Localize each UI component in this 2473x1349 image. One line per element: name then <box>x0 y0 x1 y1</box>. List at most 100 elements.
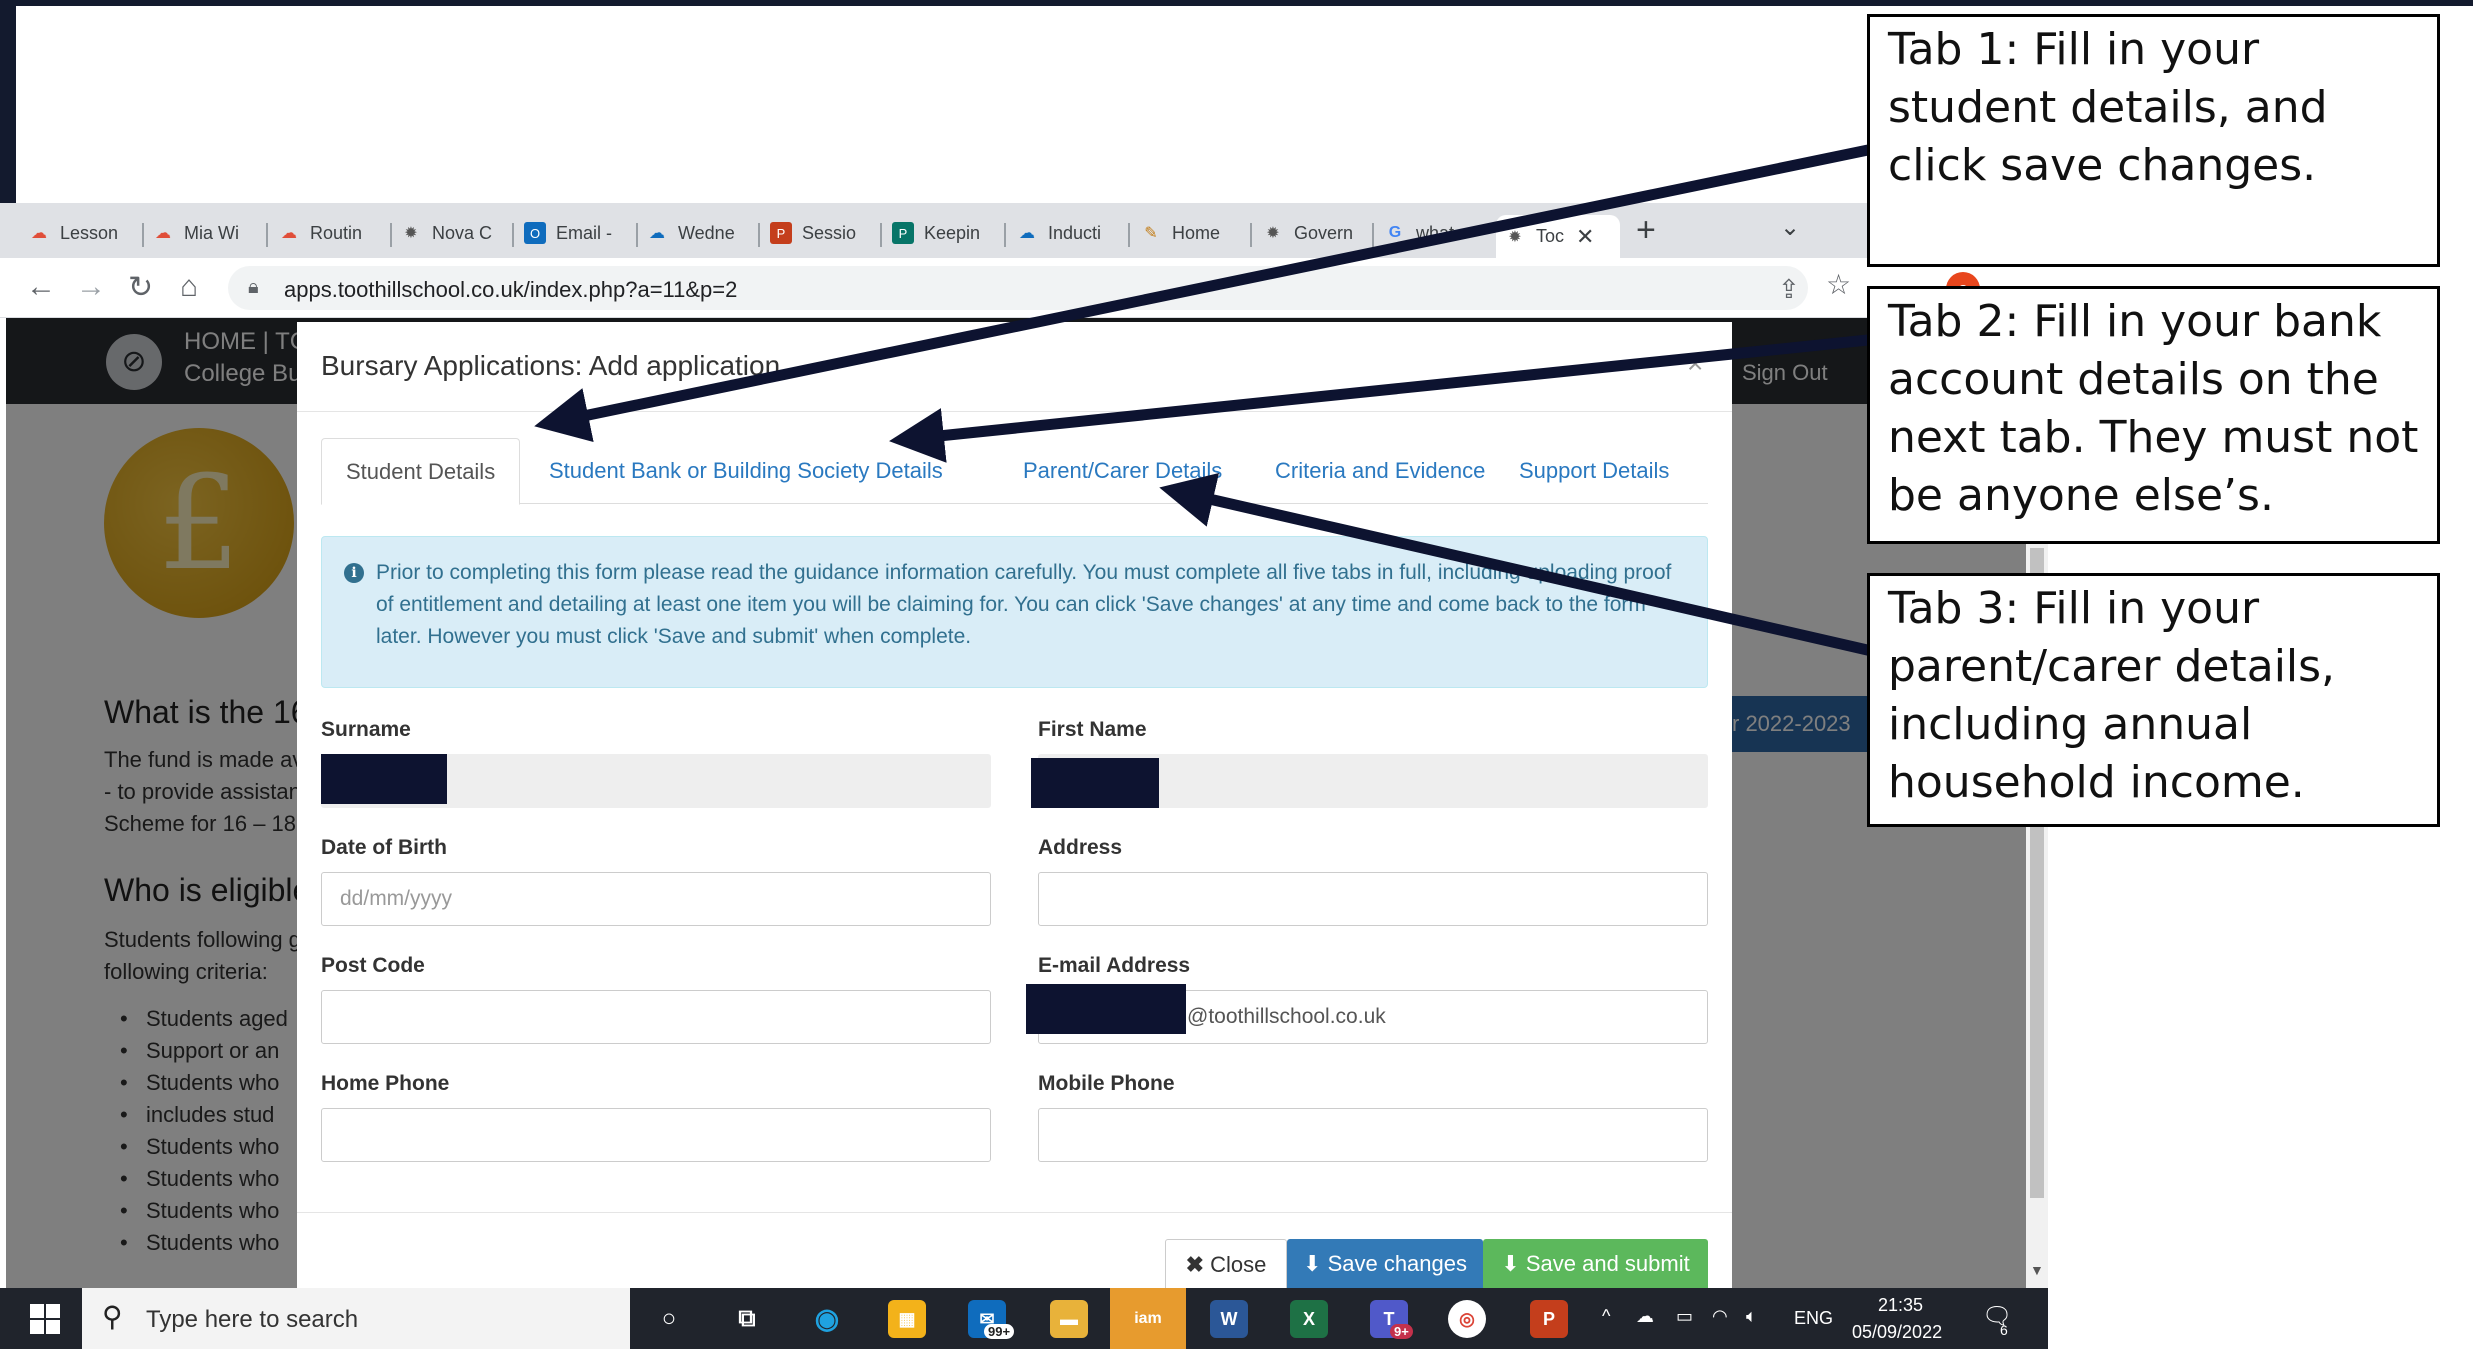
tab-bank-details[interactable]: Student Bank or Building Society Details <box>549 438 943 504</box>
browser-toolbar: ← → ↻ ⌂ 🔒︎ apps.toothillschool.co.uk/ind… <box>0 258 1870 318</box>
tab-label: Lesson <box>60 222 119 243</box>
browser-tab[interactable]: P Sessio <box>770 215 870 251</box>
url-text: apps.toothillschool.co.uk/index.php?a=11… <box>284 277 738 302</box>
publisher-icon: P <box>892 222 914 244</box>
tab-student-details[interactable]: Student Details <box>321 438 521 505</box>
browser-tab-active[interactable]: ✹ Toc ✕ <box>1496 215 1620 258</box>
search-icon: ⚲ <box>102 1301 123 1332</box>
volume-icon[interactable]: 🔈︎ <box>1746 1306 1757 1327</box>
tab-parent-carer-details[interactable]: Parent/Carer Details <box>1023 438 1222 504</box>
new-tab-button[interactable]: + <box>1636 211 1656 250</box>
edge-icon[interactable]: ◉ <box>808 1300 846 1338</box>
notification-count: 6 <box>2000 1322 2008 1338</box>
share-icon[interactable]: ⇪ <box>1778 274 1800 305</box>
redaction-block <box>1026 984 1186 1034</box>
bursary-modal: Bursary Applications: Add application × … <box>297 322 1732 1288</box>
wifi-icon[interactable]: ◠ <box>1712 1306 1728 1327</box>
tab-separator <box>1004 223 1006 247</box>
tab-label: Sessio <box>802 222 857 243</box>
task-view-icon[interactable]: ⧉ <box>728 1300 766 1338</box>
search-placeholder: Type here to search <box>146 1306 359 1333</box>
iam-app-icon[interactable]: iam <box>1110 1288 1186 1349</box>
close-button-label: Close <box>1210 1252 1267 1277</box>
language-indicator[interactable]: ENG <box>1794 1308 1833 1329</box>
browser-tab[interactable]: ☁ Wedne <box>646 215 746 251</box>
tab-separator <box>266 223 268 247</box>
postcode-field[interactable] <box>321 990 991 1044</box>
browser-tab[interactable]: ✎ Home <box>1140 215 1240 251</box>
word-icon[interactable]: W <box>1210 1300 1248 1338</box>
chrome-icon[interactable]: ◎ <box>1448 1300 1486 1338</box>
close-tab-icon[interactable]: ✕ <box>1576 224 1594 250</box>
onedrive-tray-icon[interactable]: ☁ <box>1636 1306 1654 1327</box>
info-icon: i <box>344 563 364 583</box>
bookmark-star-icon[interactable]: ☆ <box>1826 268 1851 301</box>
onedrive-icon: ☁ <box>155 225 171 242</box>
scroll-down-arrow-icon[interactable]: ▼ <box>2030 1262 2044 1278</box>
forward-icon[interactable]: → <box>76 270 106 304</box>
show-hidden-icons-chevron-icon[interactable]: ^ <box>1602 1306 1610 1327</box>
store-icon[interactable]: ▦ <box>888 1300 926 1338</box>
browser-tab[interactable]: ✹ Govern <box>1262 215 1362 251</box>
annotation-tab1: Tab 1: Fill in your student details, and… <box>1867 14 2440 267</box>
save-and-submit-button[interactable]: ⬇ Save and submit <box>1483 1239 1708 1288</box>
tab-separator <box>1372 223 1374 247</box>
back-icon[interactable]: ← <box>26 270 56 304</box>
gear-icon: ✹ <box>1508 228 1522 246</box>
tab-separator <box>636 223 638 247</box>
browser-tab[interactable]: Gwhat <box>1384 215 1468 251</box>
onedrive-icon: ☁ <box>31 225 47 242</box>
clock-time[interactable]: 21:35 <box>1878 1295 1923 1316</box>
gear-icon: ✹ <box>404 225 418 242</box>
folder-icon[interactable]: ▬ <box>1050 1300 1088 1338</box>
postcode-label: Post Code <box>321 954 425 977</box>
tab-label: Inducti <box>1048 222 1102 243</box>
browser-tab[interactable]: ☁ Mia Wi <box>152 215 252 251</box>
tab-separator <box>142 223 144 247</box>
cloud-icon: ☁ <box>1019 225 1035 242</box>
reload-icon[interactable]: ↻ <box>128 270 153 305</box>
clock-date[interactable]: 05/09/2022 <box>1852 1322 1942 1343</box>
tab-criteria-evidence[interactable]: Criteria and Evidence <box>1275 438 1485 504</box>
gear-icon: ✹ <box>1266 225 1280 242</box>
tab-label: Routin <box>310 222 363 243</box>
home-icon[interactable]: ⌂ <box>180 270 198 304</box>
close-button[interactable]: ✖ Close <box>1165 1239 1287 1288</box>
browser-tab[interactable]: ☁ Inducti <box>1016 215 1116 251</box>
tab-label: Keepin <box>924 222 981 243</box>
browser-tab[interactable]: O Email - <box>524 215 624 251</box>
download-icon: ⬇ <box>1303 1251 1322 1276</box>
info-alert: i Prior to completing this form please r… <box>321 536 1708 688</box>
browser-tab[interactable]: P Keepin <box>892 215 992 251</box>
redaction-block <box>1031 758 1159 808</box>
modal-close-icon[interactable]: × <box>1687 348 1703 380</box>
mobile-phone-field[interactable] <box>1038 1108 1708 1162</box>
cortana-icon[interactable]: ○ <box>650 1300 688 1338</box>
slide-frame-left <box>0 0 16 203</box>
address-bar[interactable]: 🔒︎ apps.toothillschool.co.uk/index.php?a… <box>228 266 1808 310</box>
google-icon: G <box>1388 224 1402 241</box>
address-field[interactable] <box>1038 872 1708 926</box>
excel-icon[interactable]: X <box>1290 1300 1328 1338</box>
powerpoint-icon[interactable]: P <box>1530 1300 1568 1338</box>
tab-search-chevron-icon[interactable]: ⌄ <box>1780 213 1800 242</box>
home-phone-field[interactable] <box>321 1108 991 1162</box>
taskbar-search[interactable]: ⚲ Type here to search <box>82 1288 630 1349</box>
tab-label: Email - <box>556 222 613 243</box>
tab-separator <box>880 223 882 247</box>
redaction-block <box>321 754 447 804</box>
annotation-tab3: Tab 3: Fill in your parent/carer details… <box>1867 573 2440 827</box>
email-label: E-mail Address <box>1038 954 1191 977</box>
submit-button-label: Save and submit <box>1525 1251 1690 1276</box>
browser-tab[interactable]: ✹ Nova C <box>400 215 500 251</box>
dob-field[interactable]: dd/mm/yyyy <box>321 872 991 926</box>
tab-support-details[interactable]: Support Details <box>1519 438 1669 504</box>
modal-title: Bursary Applications: Add application <box>321 350 781 381</box>
tab-separator <box>1250 223 1252 247</box>
browser-tab[interactable]: ☁ Routin <box>278 215 378 251</box>
browser-tab[interactable]: ☁ Lesson <box>28 215 128 251</box>
windows-start-icon[interactable] <box>30 1304 60 1334</box>
save-changes-button[interactable]: ⬇ Save changes <box>1287 1239 1483 1288</box>
battery-icon[interactable]: ▭ <box>1676 1306 1693 1327</box>
home-phone-label: Home Phone <box>321 1072 450 1095</box>
